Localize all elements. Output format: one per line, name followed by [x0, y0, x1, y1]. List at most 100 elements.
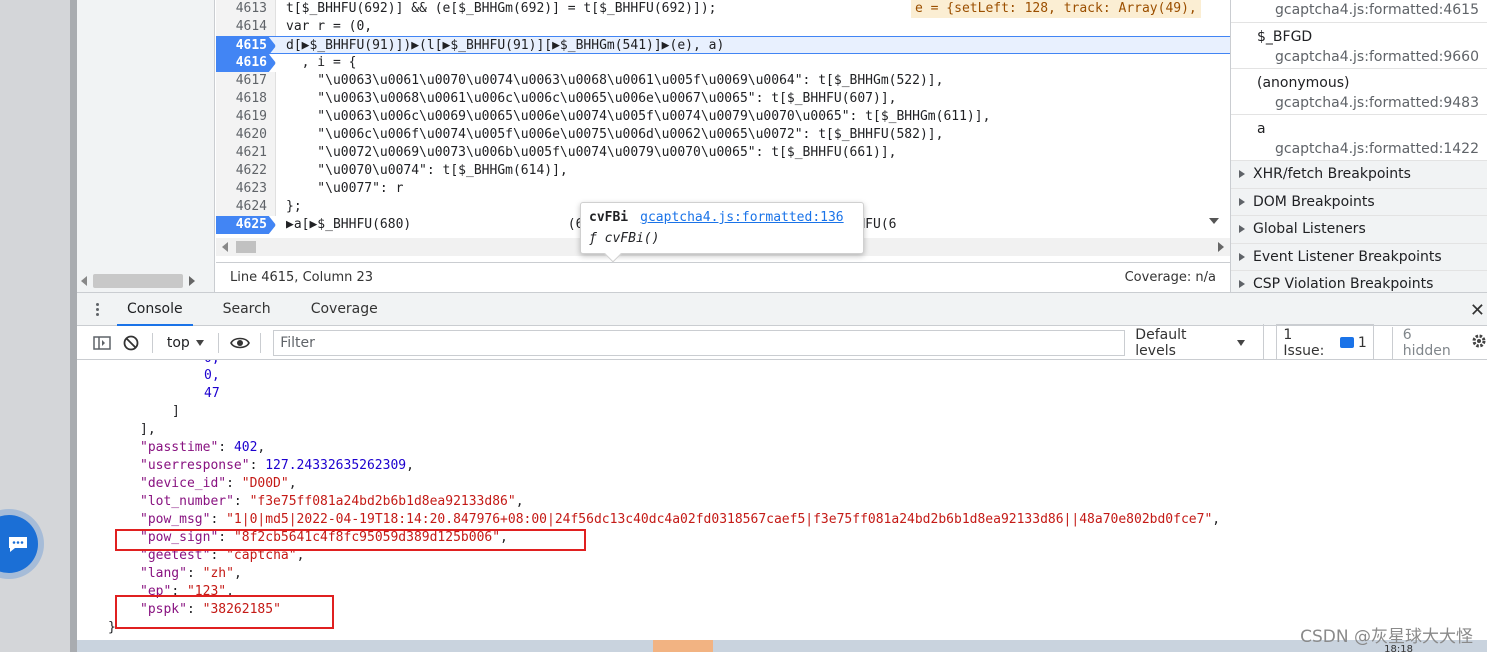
console-settings-button[interactable] [1471, 333, 1487, 353]
context-label: top [166, 334, 190, 351]
call-frame[interactable]: $_BFGD gcaptcha4.js:formatted:9660 [1231, 23, 1487, 69]
line-number[interactable]: 4618 [216, 90, 276, 108]
tab-coverage[interactable]: Coverage [301, 293, 388, 326]
line-number[interactable]: 4623 [216, 180, 276, 198]
sidebar-toggle-button[interactable] [87, 331, 116, 355]
coverage-status[interactable]: Coverage: n/a [1125, 270, 1216, 285]
chat-bubble-button[interactable] [0, 515, 38, 573]
section-dom-breakpoints[interactable]: DOM Breakpoints [1231, 188, 1487, 216]
log-levels-dropdown[interactable]: Default levels [1135, 327, 1246, 359]
clear-console-icon [123, 335, 139, 350]
live-expression-button[interactable] [225, 331, 254, 355]
line-number[interactable]: 4617 [216, 72, 276, 90]
taskbar-strip [77, 640, 1487, 652]
scroll-down-icon[interactable] [1209, 218, 1219, 224]
toolbar-divider [217, 332, 219, 353]
drawer-menu-button[interactable] [77, 302, 117, 316]
section-label: DOM Breakpoints [1253, 193, 1375, 210]
code-line: 4620 "\u006c\u006f\u0074\u005f\u006e\u00… [216, 126, 1230, 144]
code-line: 4623 "\u0077": r [216, 180, 1230, 198]
scroll-thumb[interactable] [93, 274, 183, 288]
console-toolbar: top Default levels 1 Issue: 1 6 hidden [77, 323, 1487, 362]
expand-arrow-icon [1239, 280, 1245, 289]
code-text: "\u0072\u0069\u0073\u006b\u005f\u0074\u0… [286, 145, 897, 160]
debugger-sidebar: gcaptcha4.js:formatted:4615 $_BFGD gcapt… [1230, 0, 1487, 292]
section-global-listeners[interactable]: Global Listeners [1231, 216, 1487, 244]
frame-name: (anonymous) [1257, 75, 1350, 91]
tab-console[interactable]: Console [117, 293, 193, 326]
editor-status-bar: Line 4615, Column 23 Coverage: n/a [216, 262, 1230, 292]
json-field-lang: "lang": "zh", [140, 566, 242, 581]
line-number[interactable]: 4619 [216, 108, 276, 126]
line-number[interactable]: 4621 [216, 144, 276, 162]
expand-arrow-icon [1239, 197, 1245, 206]
code-text: var r = (0, [286, 19, 373, 34]
json-field-pow-msg: "pow_msg": "1|0|md5|2022-04-19T18:14:20.… [140, 512, 1221, 527]
section-label: XHR/fetch Breakpoints [1253, 166, 1411, 183]
close-array: ], [140, 422, 156, 437]
section-csp-breakpoints[interactable]: CSP Violation Breakpoints [1231, 271, 1487, 292]
file-navigator[interactable] [77, 0, 215, 292]
context-selector[interactable]: top [159, 335, 212, 351]
expand-arrow-icon [1239, 225, 1245, 234]
call-frame[interactable]: a gcaptcha4.js:formatted:1422 [1231, 115, 1487, 161]
expand-arrow-icon [1239, 170, 1245, 179]
scroll-left-icon[interactable] [222, 242, 228, 252]
breakpoint-line-number[interactable]: 4615 [216, 37, 276, 55]
breakpoint-line-number[interactable]: 4625 [216, 216, 276, 234]
section-xhr-breakpoints[interactable]: XHR/fetch Breakpoints [1231, 161, 1487, 189]
code-line: 4614 var r = (0, [216, 18, 1230, 36]
code-text: "\u0063\u0061\u0070\u0074\u0063\u0068\u0… [286, 73, 944, 88]
frame-location: gcaptcha4.js:formatted:9483 [1275, 95, 1479, 111]
left-background [0, 0, 77, 652]
code-line: 4613 t[$_BHHFU(692)] && (e[$_BHHGm(692)]… [216, 0, 1230, 18]
section-label: CSP Violation Breakpoints [1253, 276, 1434, 292]
scroll-thumb[interactable] [236, 241, 256, 253]
eye-icon [229, 337, 250, 348]
source-link[interactable]: gcaptcha4.js:formatted:136 [640, 207, 844, 229]
code-text: "\u0063\u0068\u0061\u006c\u006c\u0065\u0… [286, 91, 897, 106]
function-name: cvFBi [589, 210, 629, 225]
function-signature: ƒ cvFBi() [589, 231, 660, 246]
sidebar-toggle-icon [92, 335, 111, 350]
tab-search[interactable]: Search [213, 293, 281, 326]
code-text: "\u006c\u006f\u0074\u005f\u006e\u0075\u0… [286, 127, 944, 142]
issues-button[interactable]: 1 Issue: 1 [1263, 323, 1374, 362]
array-item: 47 [204, 386, 220, 401]
scroll-right-icon[interactable] [189, 276, 195, 286]
console-output[interactable]: 0, 0, 47 ] ], "passtime": 402, "userresp… [77, 360, 1487, 640]
issues-badge[interactable]: 1 Issue: 1 [1276, 323, 1374, 362]
close-drawer-icon[interactable]: ✕ [1470, 300, 1485, 321]
close-bracket: ] [172, 404, 180, 419]
line-number[interactable]: 4624 [216, 198, 276, 216]
drawer-tab-bar: Console Search Coverage ✕ [77, 292, 1487, 326]
line-number[interactable]: 4614 [216, 18, 276, 36]
line-number[interactable]: 4613 [216, 0, 276, 18]
line-number[interactable]: 4620 [216, 126, 276, 144]
code-line: 4619 "\u0063\u006c\u0069\u0065\u006e\u00… [216, 108, 1230, 126]
scroll-right-icon[interactable] [1218, 242, 1224, 252]
json-field-userresponse: "userresponse": 127.24332635262309, [140, 458, 414, 473]
chevron-down-icon [195, 339, 204, 346]
call-frame[interactable]: (anonymous) gcaptcha4.js:formatted:9483 [1231, 69, 1487, 115]
clear-console-button[interactable] [116, 331, 145, 355]
frame-location: gcaptcha4.js:formatted:4615 [1275, 2, 1479, 18]
code-text: , i = { [286, 55, 357, 70]
toolbar-divider [151, 332, 153, 353]
frame-location: gcaptcha4.js:formatted:9660 [1275, 49, 1479, 65]
call-frame[interactable]: gcaptcha4.js:formatted:4615 [1231, 0, 1487, 23]
scroll-left-icon[interactable] [81, 276, 87, 286]
array-item: 0, [204, 368, 220, 383]
line-number[interactable]: 4622 [216, 162, 276, 180]
navigator-scrollbar[interactable] [77, 270, 215, 292]
highlight-box-pow-sign [115, 529, 586, 551]
toolbar-divider [260, 332, 262, 353]
issues-count: 1 [1357, 334, 1367, 351]
section-label: Global Listeners [1253, 221, 1366, 238]
filter-input[interactable] [273, 329, 1126, 356]
section-event-listener-breakpoints[interactable]: Event Listener Breakpoints [1231, 243, 1487, 271]
breakpoint-line-number[interactable]: 4616 [216, 54, 276, 72]
chat-icon [9, 537, 27, 552]
hidden-messages-count: 6 hidden [1391, 326, 1463, 359]
code-line: 4622 "\u0070\u0074": t[$_BHHGm(614)], [216, 162, 1230, 180]
